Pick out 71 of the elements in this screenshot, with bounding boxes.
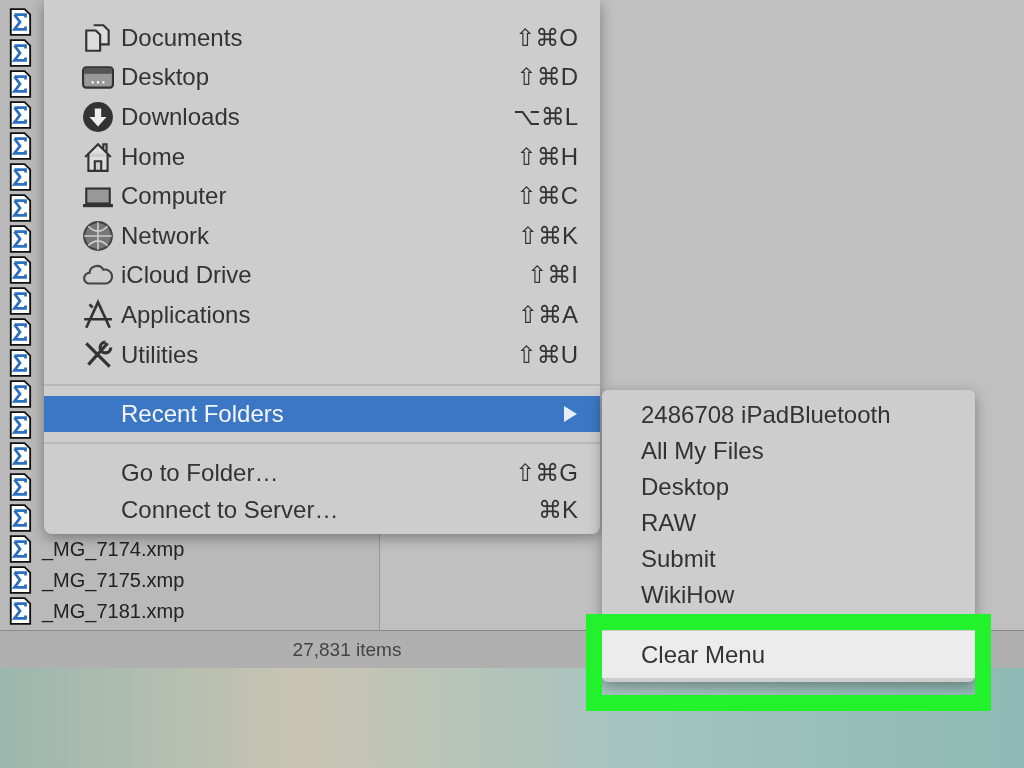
submenu-arrow-icon [562, 405, 578, 424]
shortcut: ⇧⌘G [515, 458, 578, 487]
menu-item-label: Home [121, 142, 187, 171]
menu-item-label: Connect to Server… [121, 495, 340, 524]
menu-item[interactable]: iCloud Drive ⇧⌘I [44, 255, 600, 296]
menu-item-label: Applications [121, 300, 252, 329]
shortcut: ⇧⌘D [516, 63, 578, 92]
document-icon [8, 101, 32, 129]
document-icon [8, 318, 32, 346]
document-icon [8, 194, 32, 222]
globe-icon [82, 219, 114, 252]
shortcut: ⌘K [538, 495, 578, 524]
document-icon [8, 8, 32, 36]
document-icon [8, 380, 32, 408]
menu-item[interactable]: Downloads ⌥⌘L [44, 97, 600, 137]
document-icon [8, 597, 32, 625]
shortcut: ⇧⌘K [517, 221, 578, 250]
document-icon [8, 70, 32, 98]
document-icon [8, 473, 32, 501]
menu-item[interactable]: Applications ⇧⌘A [44, 295, 600, 335]
menu-item[interactable]: Utilities ⇧⌘U [44, 334, 600, 375]
document-icon [8, 535, 32, 563]
download-icon [82, 101, 114, 133]
document-icon [8, 411, 32, 439]
menu-item[interactable]: Submit [602, 541, 975, 577]
menu-item[interactable]: Desktop ⇧⌘D [44, 57, 600, 98]
document-icon [8, 256, 32, 284]
menu-item[interactable]: Recent Folders [44, 396, 600, 433]
menu-item-label: Recent Folders [121, 400, 285, 429]
shortcut: ⇧⌘C [516, 182, 578, 211]
menu-item-label: Computer [121, 182, 228, 211]
tools-icon [82, 338, 114, 371]
item-count: 27,831 items [292, 638, 402, 661]
menu-item[interactable]: Computer ⇧⌘C [44, 176, 600, 216]
menu-item[interactable]: Go to Folder… ⇧⌘G [44, 454, 600, 492]
file-name[interactable]: _MG_7181.xmp [42, 599, 185, 623]
shortcut: ⇧⌘A [517, 300, 578, 329]
menu-item[interactable]: RAW [602, 505, 975, 541]
shortcut: ⇧⌘H [516, 142, 578, 171]
menu-item-label: Downloads [121, 103, 241, 131]
menu-item[interactable]: Desktop [602, 469, 975, 505]
document-icon [8, 132, 32, 160]
document-icon [8, 504, 32, 532]
shortcut: ⇧⌘I [527, 261, 578, 290]
document-icon [8, 287, 32, 315]
menu-item[interactable]: Clear Menu [602, 631, 975, 678]
menu-item[interactable]: Home ⇧⌘H [44, 136, 600, 177]
menu-item[interactable]: Documents ⇧⌘O [44, 18, 600, 58]
document-icon [8, 349, 32, 377]
home-icon [82, 140, 114, 173]
shortcut: ⇧⌘O [515, 23, 578, 52]
menu-item[interactable]: WikiHow [602, 577, 975, 613]
menu-item[interactable]: Network ⇧⌘K [44, 215, 600, 256]
menu-item-label: Network [121, 221, 211, 250]
menu-item-label: Go to Folder… [121, 458, 280, 487]
menu-item-label: Utilities [121, 340, 200, 369]
file-name[interactable]: _MG_7174.xmp [42, 537, 185, 561]
shortcut: ⇧⌘U [516, 340, 578, 369]
file-name[interactable]: _MG_7175.xmp [42, 568, 185, 592]
document-icon [8, 163, 32, 191]
menu-item-label: iCloud Drive [121, 261, 253, 290]
menu-item[interactable]: All My Files [602, 433, 975, 469]
document-icon [8, 442, 32, 470]
menu-item[interactable]: 2486708 iPadBluetooth [602, 397, 975, 433]
document-icon [8, 225, 32, 253]
menu-item-label: Documents [121, 23, 244, 52]
document-icon [8, 566, 32, 594]
menu-item[interactable]: Connect to Server… ⌘K [44, 491, 600, 529]
shortcut: ⌥⌘L [513, 103, 578, 131]
menu-item-label: Desktop [121, 63, 211, 92]
document-icon [8, 39, 32, 67]
